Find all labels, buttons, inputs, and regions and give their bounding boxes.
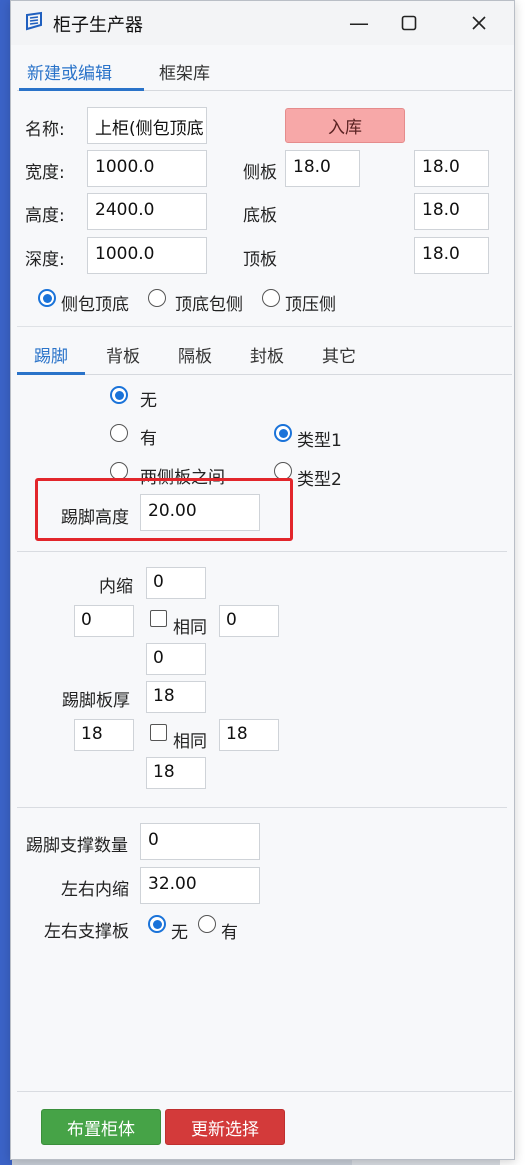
active-subtab-indicator [17,372,85,375]
place-cabinet-button[interactable]: 布置柜体 [41,1109,161,1145]
support-count-label: 踢脚支撑数量 [26,836,128,856]
kick-type-label-2: 类型2 [297,470,342,490]
bottom-panel-label: 底板 [243,206,277,226]
maximize-icon [401,15,417,31]
kick-thickness-same-checkbox[interactable] [150,724,167,741]
lr-inset-label: 左右内缩 [61,880,129,900]
app-logo-icon [26,11,42,31]
lr-support-label-yes: 有 [221,923,238,943]
window-title: 柜子生产器 [53,15,143,36]
kick-thickness-top-field[interactable]: 18 [146,681,206,713]
close-button[interactable] [456,5,502,41]
subtab-shelf[interactable]: 隔板 [178,342,212,367]
inset-label: 内缩 [99,577,133,597]
inset-same-checkbox[interactable] [150,610,167,627]
height-label: 高度: [25,206,65,226]
kick-thickness-right-field[interactable]: 18 [219,719,279,751]
update-selection-button[interactable]: 更新选择 [165,1109,285,1145]
subtab-kick[interactable]: 踢脚 [34,342,68,367]
side-panel-right-field[interactable]: 18.0 [414,150,489,187]
highlight-box [35,478,293,541]
top-panel-label: 顶板 [243,250,277,270]
kick-type-label-1: 类型1 [297,431,342,451]
tab-new-or-edit[interactable]: 新建或编辑 [27,59,112,84]
wrap-option-label-top-bottom-wraps: 顶底包侧 [175,295,243,315]
inset-right-field[interactable]: 0 [219,605,279,637]
kick-mode-label-none: 无 [140,391,157,411]
store-button[interactable]: 入库 [285,108,405,143]
kick-mode-radio-none[interactable] [110,386,128,404]
side-panel-label: 侧板 [243,163,277,183]
inset-same-label: 相同 [173,618,207,638]
depth-field[interactable]: 1000.0 [87,237,207,274]
side-panel-left-field[interactable]: 18.0 [285,150,360,187]
lr-support-label-none: 无 [171,923,188,943]
maximize-button[interactable] [386,5,432,41]
wrap-option-label-side-wraps: 侧包顶底 [61,295,129,315]
inset-left-field[interactable]: 0 [74,605,134,637]
lr-support-label: 左右支撑板 [44,922,129,942]
kick-thickness-same-label: 相同 [173,732,207,752]
bottom-panel-field[interactable]: 18.0 [414,193,489,230]
section-divider [17,807,507,808]
name-field[interactable]: 上柜(侧包顶底 [87,107,207,144]
inset-bottom-field[interactable]: 0 [146,643,206,675]
inset-top-field[interactable]: 0 [146,567,206,599]
subtab-seal-panel[interactable]: 封板 [250,342,284,367]
width-field[interactable]: 1000.0 [87,150,207,187]
wrap-option-radio-side-wraps[interactable] [38,289,56,307]
title-bar[interactable]: 柜子生产器 — [11,1,514,45]
kick-mode-radio-yes[interactable] [110,424,128,442]
minimize-button[interactable]: — [336,5,382,41]
close-icon [472,16,486,30]
kick-thickness-left-field[interactable]: 18 [74,719,134,751]
kick-type-radio-1[interactable] [274,424,292,442]
depth-label: 深度: [25,250,65,270]
top-panel-field[interactable]: 18.0 [414,237,489,274]
lr-support-radio-none[interactable] [148,915,166,933]
subtab-other[interactable]: 其它 [322,342,356,367]
active-tab-indicator [19,88,144,91]
subtab-back-panel[interactable]: 背板 [106,342,140,367]
kick-thickness-bottom-field[interactable]: 18 [146,757,206,789]
tab-frame-library[interactable]: 框架库 [159,59,210,84]
name-label: 名称: [25,120,65,140]
lr-inset-field[interactable]: 32.00 [140,867,260,904]
cabinet-generator-window: 柜子生产器 — 新建或编辑 框架库 名称: 上柜(侧包顶底 入库 宽度: 100… [10,0,515,1160]
height-field[interactable]: 2400.0 [87,193,207,230]
support-count-field[interactable]: 0 [140,823,260,860]
lr-support-radio-yes[interactable] [198,915,216,933]
wrap-option-label-top-presses-side: 顶压侧 [285,295,336,315]
minimize-icon: — [349,11,369,35]
wrap-option-radio-top-presses-side[interactable] [262,289,280,307]
wrap-option-radio-top-bottom-wraps[interactable] [148,289,166,307]
kick-mode-label-yes: 有 [140,429,157,449]
width-label: 宽度: [25,163,65,183]
kick-thickness-label: 踢脚板厚 [62,691,130,711]
footer-divider [17,1091,512,1092]
section-divider [17,551,507,552]
